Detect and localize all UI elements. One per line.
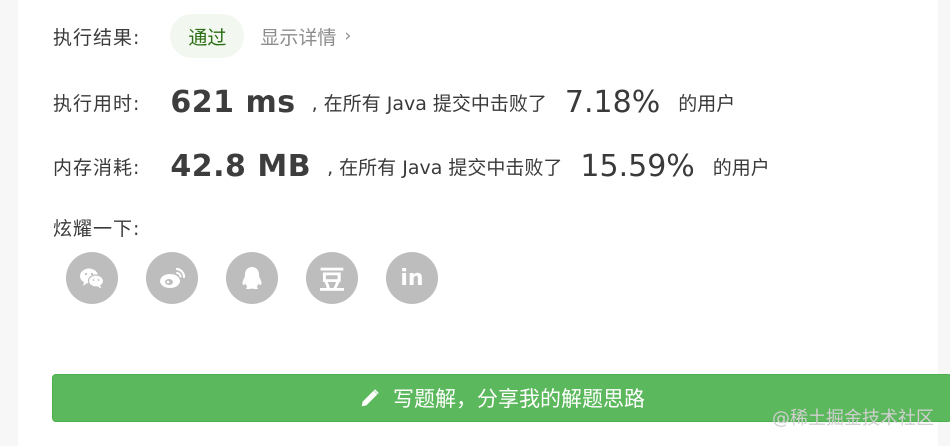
write-solution-label: 写题解，分享我的解题思路 [393,387,645,411]
pencil-icon [361,389,379,407]
memory-percent: 15.59% [580,148,695,184]
left-edge [0,0,18,446]
watermark: @稀土掘金技术社区 [772,408,934,429]
show-details-label: 显示详情 [260,26,337,49]
status-badge: 通过 [170,14,245,58]
share-row: 炫耀一下: [53,210,140,244]
result-label: 执行结果: [53,26,141,49]
memory-text: , 在所有 Java 提交中击败了 [327,156,563,179]
memory-row: 内存消耗: 42.8 MB , 在所有 Java 提交中击败了 15.59% 的… [53,144,770,188]
wechat-share-button[interactable] [66,252,118,304]
memory-suffix: 的用户 [712,156,770,179]
runtime-text: , 在所有 Java 提交中击败了 [311,92,547,115]
runtime-label: 执行用时: [53,92,141,115]
runtime-row: 执行用时: 621 ms , 在所有 Java 提交中击败了 7.18% 的用户 [53,82,735,122]
memory-label: 内存消耗: [53,156,141,179]
chevron-right-icon: › [344,26,352,46]
show-details-link[interactable]: 显示详情 › [260,23,351,50]
weibo-share-button[interactable] [146,252,198,304]
wechat-icon [80,268,105,289]
linkedin-share-button[interactable]: in [386,252,438,304]
share-buttons: 豆 in [66,252,466,304]
douban-icon: 豆 [318,265,345,296]
douban-share-button[interactable]: 豆 [306,252,358,304]
weibo-icon [160,267,186,288]
result-row: 执行结果: 通过 显示详情 › [53,14,351,58]
qq-icon [242,267,262,290]
linkedin-icon: in [400,265,424,291]
share-label: 炫耀一下: [53,217,141,240]
runtime-percent: 7.18% [564,84,661,120]
runtime-suffix: 的用户 [678,92,736,115]
runtime-value: 621 ms [170,84,296,120]
memory-value: 42.8 MB [170,148,312,184]
qq-share-button[interactable] [226,252,278,304]
